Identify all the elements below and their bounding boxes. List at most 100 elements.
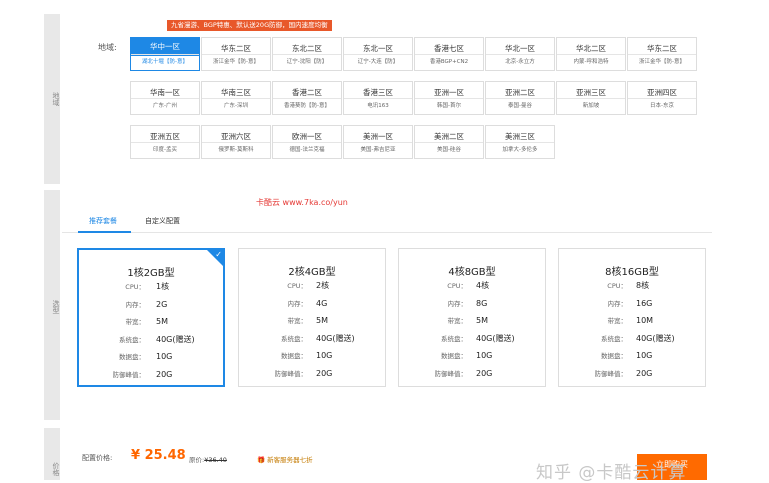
region-option[interactable]: 亚洲六区 俄罗斯-莫斯科	[201, 125, 271, 159]
region-option[interactable]: 美洲三区 加拿大-多伦多	[485, 125, 555, 159]
plan-spec-label: 带宽：	[287, 317, 308, 325]
plan-spec-row: 数据盘： 10G	[239, 350, 385, 362]
plan-card[interactable]: 8核16GB型 CPU： 8核 内存： 16G 带宽： 10M 系统盘： 40G(赠送) 数据盘：…	[558, 248, 706, 387]
plan-card[interactable]: 2核4GB型 CPU： 2核 内存： 4G 带宽： 5M 系统盘： 40G(赠送) 数据盘： 10G…	[238, 248, 386, 387]
plan-spec-row: 数据盘： 10G	[559, 350, 705, 362]
plan-spec-value: 10G	[316, 351, 333, 360]
region-option[interactable]: 亚洲二区 泰国-曼谷	[485, 81, 555, 115]
plan-spec-value: 10G	[636, 351, 653, 360]
region-zone-location: 泰国-曼谷	[486, 98, 554, 114]
plan-name: 8核16GB型	[605, 267, 659, 278]
plan-spec-row: 系统盘： 40G(赠送)	[399, 333, 545, 345]
region-option[interactable]: 华北二区 内蒙-呼和浩特	[556, 37, 626, 71]
region-zone-name: 东北二区	[292, 44, 322, 53]
region-zone-name: 华北一区	[505, 44, 535, 53]
region-zone-location: 北京-永立方	[486, 54, 554, 70]
region-option[interactable]: 华东二区 浙江金华【防-意】	[627, 37, 697, 71]
selection-side-label: 选型	[52, 300, 60, 314]
region-option[interactable]: 东北一区 辽宁-大连【防】	[343, 37, 413, 71]
plan-card[interactable]: 4核8GB型 CPU： 4核 内存： 8G 带宽： 5M 系统盘： 40G(赠送) 数据盘： 10G…	[398, 248, 546, 387]
plan-spec-row: 数据盘： 10G	[79, 351, 223, 363]
region-option[interactable]: 亚洲五区 印度-孟买	[130, 125, 200, 159]
plan-spec-row: 带宽： 5M	[239, 315, 385, 327]
region-option[interactable]: 华南一区 广东-广州	[130, 81, 200, 115]
tab-custom-config[interactable]: 自定义配置	[145, 216, 180, 226]
plan-name: 2核4GB型	[288, 267, 336, 278]
plan-spec-label: 内存：	[447, 299, 468, 308]
region-zone-location: 香港葵防【防-意】	[273, 98, 341, 114]
region-option[interactable]: 亚洲三区 新加坡	[556, 81, 626, 115]
region-zone-location: 广东-广州	[131, 98, 199, 114]
plan-spec-label: 数据盘：	[601, 352, 627, 360]
region-zone-name: 东北一区	[363, 44, 393, 53]
plan-spec-value: 16G	[636, 298, 653, 308]
plan-spec-value: 40G(赠送)	[476, 333, 515, 343]
plan-spec-value: 5M	[156, 317, 168, 326]
zhihu-watermark: 知乎 @卡酷云计算	[536, 463, 687, 483]
price-value: ¥ 25.48	[131, 448, 186, 463]
plan-spec-label: 数据盘：	[281, 352, 307, 360]
region-option[interactable]: 香港二区 香港葵防【防-意】	[272, 81, 342, 115]
region-promo-banner: 九省漫游、BGP特惠、默认送20G防御，国内速度均衡	[167, 20, 332, 31]
tab-recommended[interactable]: 推荐套餐	[89, 216, 117, 226]
plan-name: 1核2GB型	[127, 268, 175, 279]
plan-spec-label: 防御峰值：	[434, 369, 468, 378]
new-customer-promo-text: 新客服务器七折	[267, 456, 313, 464]
plan-spec-label: CPU：	[287, 282, 307, 290]
region-zone-name: 香港三区	[363, 88, 393, 97]
plan-spec-label: 带宽：	[447, 317, 468, 325]
price-label: 配置价格:	[82, 454, 113, 462]
region-option[interactable]: 亚洲一区 韩国-首尔	[414, 81, 484, 115]
plan-spec-row: 数据盘： 10G	[399, 350, 545, 362]
plan-spec-label: 系统盘：	[119, 335, 145, 344]
region-zone-name: 亚洲一区	[434, 88, 464, 97]
region-option[interactable]: 东北二区 辽宁-沈阳【防】	[272, 37, 342, 71]
plan-spec-row: 防御峰值： 20G	[559, 368, 705, 380]
plan-spec-label: 系统盘：	[601, 334, 627, 343]
region-zone-name: 华北二区	[576, 44, 606, 53]
plan-spec-value: 40G(赠送)	[156, 334, 195, 344]
plan-spec-label: 数据盘：	[119, 353, 145, 361]
plan-spec-label: 数据盘：	[441, 352, 467, 360]
region-zone-name: 香港七区	[434, 44, 464, 53]
region-option[interactable]: 美洲一区 美国-弗吉尼亚	[343, 125, 413, 159]
region-option[interactable]: 香港三区 电讯163	[343, 81, 413, 115]
region-zone-location: 浙江金华【防-意】	[202, 54, 270, 70]
region-option[interactable]: 华东二区 浙江金华【防-意】	[201, 37, 271, 71]
plan-card[interactable]: 1核2GB型 CPU： 1核 内存： 2G 带宽： 5M 系统盘： 40G(赠送) 数据盘： 10G…	[77, 248, 225, 387]
plan-spec-value: 10M	[636, 316, 654, 325]
plan-spec-value: 4核	[476, 281, 490, 290]
gift-icon: 🎁	[257, 456, 268, 464]
region-option[interactable]: 香港七区 香港BGP+CN2	[414, 37, 484, 71]
plan-spec-label: 系统盘：	[441, 334, 467, 343]
plan-spec-row: 系统盘： 40G(赠送)	[79, 334, 223, 346]
plan-spec-value: 1核	[156, 282, 170, 291]
plan-spec-label: 系统盘：	[281, 334, 307, 343]
new-customer-promo: 🎁 新客服务器七折	[257, 454, 313, 464]
plan-spec-row: 带宽： 5M	[79, 316, 223, 328]
plan-spec-value: 10G	[156, 352, 173, 361]
plan-spec-value: 40G(赠送)	[636, 333, 675, 343]
region-zone-location: 电讯163	[344, 98, 412, 114]
plan-spec-row: CPU： 1核	[79, 281, 223, 293]
region-zone-name: 亚洲五区	[150, 132, 180, 141]
region-zone-location: 辽宁-大连【防】	[344, 54, 412, 70]
region-option[interactable]: 亚洲四区 日本-东京	[627, 81, 697, 115]
plan-spec-value: 20G	[316, 368, 333, 378]
plan-spec-label: CPU：	[447, 282, 467, 290]
region-option[interactable]: 欧洲一区 德国-法兰克福	[272, 125, 342, 159]
original-price: 原价:¥36.40	[189, 454, 227, 464]
plan-spec-row: 系统盘： 40G(赠送)	[559, 333, 705, 345]
region-option[interactable]: 华北一区 北京-永立方	[485, 37, 555, 71]
region-option[interactable]: 华南三区 广东-深圳	[201, 81, 271, 115]
region-option[interactable]: 美洲二区 美国-硅谷	[414, 125, 484, 159]
region-zone-location: 新加坡	[557, 98, 625, 114]
plan-spec-row: 带宽： 5M	[399, 315, 545, 327]
region-option[interactable]: 华中一区 湖北十堰【防-意】	[130, 37, 200, 71]
plan-spec-label: 内存：	[287, 299, 308, 308]
region-zone-location: 湖北十堰【防-意】	[131, 54, 199, 70]
plan-spec-row: 系统盘： 40G(赠送)	[239, 333, 385, 345]
region-zone-name: 亚洲四区	[647, 88, 677, 97]
region-zone-location: 德国-法兰克福	[273, 142, 341, 158]
region-zone-location: 美国-弗吉尼亚	[344, 142, 412, 158]
